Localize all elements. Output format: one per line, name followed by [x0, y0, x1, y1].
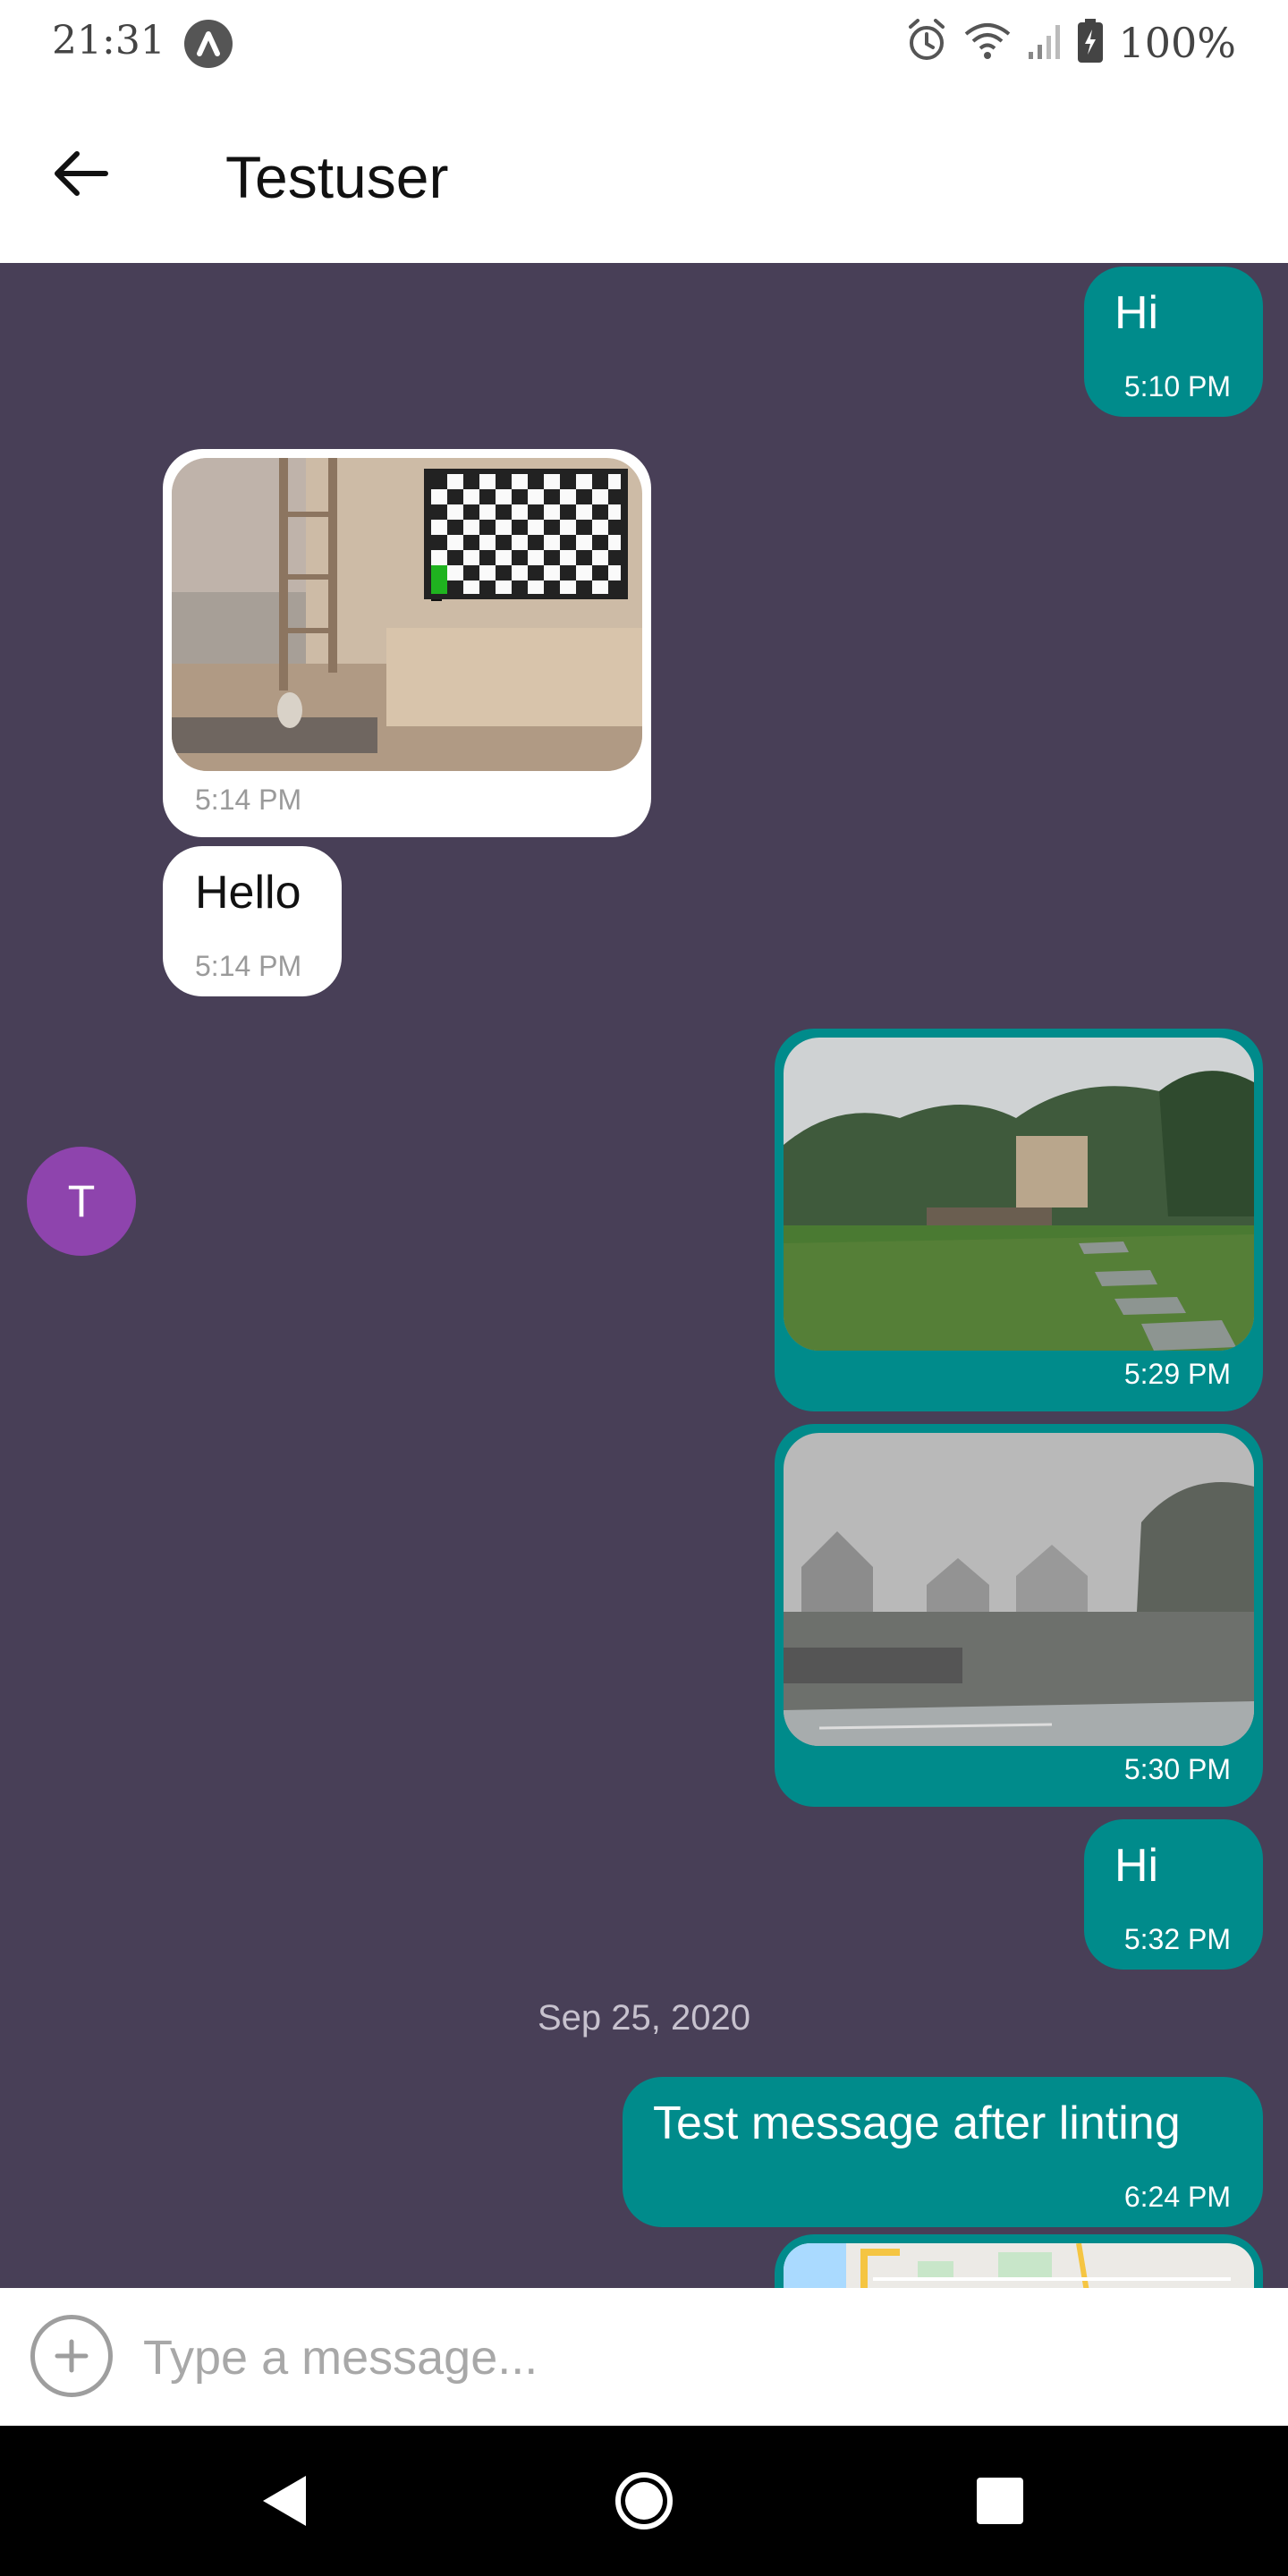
- avatar-initial: T: [67, 1176, 96, 1226]
- message-time: 5:10 PM: [1123, 370, 1231, 402]
- message-text: Hi: [1114, 287, 1159, 339]
- nav-back-button[interactable]: [240, 2456, 329, 2546]
- message-bubble-incoming[interactable]: Hello 5:14 PM: [163, 846, 342, 996]
- message-text: Test message after linting: [653, 2097, 1181, 2149]
- message-time: 5:14 PM: [195, 950, 302, 982]
- battery-charging-icon: [1077, 18, 1104, 68]
- map-location-preview[interactable]: [784, 2243, 1254, 2288]
- plus-circle-icon: [55, 2339, 89, 2373]
- recents-square-icon: [977, 2478, 1023, 2524]
- avatar[interactable]: T: [27, 1147, 136, 1256]
- message-time: 5:29 PM: [1123, 1358, 1231, 1390]
- status-time: 21:31: [52, 18, 165, 64]
- message-bubble-outgoing-image[interactable]: 5:29 PM: [775, 1029, 1263, 1411]
- page-title: Testuser: [225, 144, 449, 210]
- battery-percent: 100%: [1118, 19, 1236, 67]
- message-time: 5:32 PM: [1123, 1923, 1231, 1955]
- message-bubble-outgoing[interactable]: Test message after linting 6:24 PM: [623, 2077, 1263, 2227]
- message-time: 5:30 PM: [1123, 1753, 1231, 1785]
- message-bubble-outgoing[interactable]: Hi 5:10 PM: [1084, 267, 1263, 417]
- system-nav-bar: [0, 2426, 1288, 2576]
- living-room-tv-photo[interactable]: [172, 458, 642, 771]
- chat-messages[interactable]: Hi 5:10 PM 5:14 PM T Hello 5:14 PM 5:29 …: [0, 263, 1288, 2288]
- message-time: 5:14 PM: [195, 784, 302, 816]
- wifi-icon: [962, 21, 1013, 65]
- status-icons: 100%: [905, 16, 1236, 70]
- message-bubble-outgoing[interactable]: Hi 5:32 PM: [1084, 1819, 1263, 1970]
- app-header: Testuser: [0, 86, 1288, 263]
- date-divider: Sep 25, 2020: [538, 1998, 750, 2038]
- message-text: Hello: [195, 867, 301, 919]
- message-composer: [0, 2288, 1288, 2426]
- back-triangle-icon: [263, 2476, 306, 2526]
- status-bar: 21:31 100%: [0, 0, 1288, 86]
- signal-icon: [1027, 21, 1063, 65]
- garden-lawn-photo[interactable]: [784, 1038, 1254, 1351]
- message-bubble-incoming-image[interactable]: 5:14 PM: [163, 449, 651, 837]
- message-time: 6:24 PM: [1123, 2181, 1231, 2213]
- nav-home-button[interactable]: [599, 2456, 689, 2546]
- message-bubble-outgoing-image[interactable]: 5:30 PM: [775, 1424, 1263, 1807]
- app-notification-icon: [184, 20, 233, 68]
- home-circle-icon: [615, 2472, 673, 2529]
- arrow-left-icon: [55, 151, 108, 196]
- back-button[interactable]: [45, 138, 116, 209]
- message-text: Hi: [1114, 1840, 1159, 1892]
- attach-button[interactable]: [30, 2315, 113, 2397]
- foggy-houses-photo[interactable]: [784, 1433, 1254, 1746]
- alarm-icon: [905, 18, 948, 69]
- message-input[interactable]: [143, 2315, 1252, 2401]
- nav-recents-button[interactable]: [955, 2456, 1045, 2546]
- message-bubble-outgoing-map[interactable]: [775, 2234, 1263, 2288]
